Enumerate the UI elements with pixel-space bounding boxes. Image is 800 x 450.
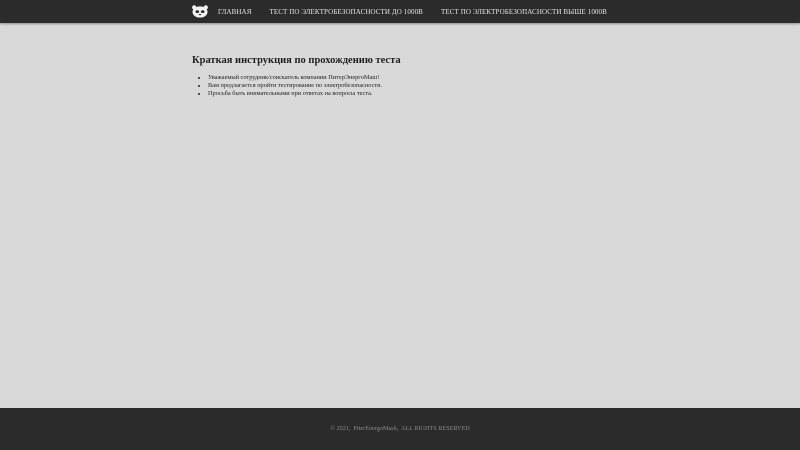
instruction-item: Вам предлагается пройти тестирование по … (208, 82, 612, 90)
nav-inner: ГЛАВНАЯ ТЕСТ ПО ЭЛЕКТРОБЕЗОПАСНОСТИ ДО 1… (191, 0, 625, 23)
top-navbar: ГЛАВНАЯ ТЕСТ ПО ЭЛЕКТРОБЕЗОПАСНОСТИ ДО 1… (0, 0, 800, 23)
instruction-item: Просьба быть внимательными при ответах н… (208, 90, 612, 98)
nav-link-test-below-1000v[interactable]: ТЕСТ ПО ЭЛЕКТРОБЕЗОПАСНОСТИ ДО 1000В (269, 8, 422, 16)
footer: © 2021, PiterEnergoMash, ALL RIGHTS RESE… (0, 408, 800, 450)
instruction-list: Уважаемый сотрудник/соискатель компании … (192, 74, 612, 98)
copyright-text: © 2021, PiterEnergoMash, ALL RIGHTS RESE… (330, 425, 470, 432)
panda-logo-icon[interactable] (191, 5, 209, 18)
main-content: Краткая инструкция по прохождению теста … (192, 54, 612, 98)
instruction-item: Уважаемый сотрудник/соискатель компании … (208, 74, 612, 82)
nav-link-home[interactable]: ГЛАВНАЯ (218, 8, 251, 16)
page-title: Краткая инструкция по прохождению теста (192, 55, 401, 66)
nav-link-test-above-1000v[interactable]: ТЕСТ ПО ЭЛЕКТРОБЕЗОПАСНОСТИ ВЫШЕ 1000В (441, 8, 607, 16)
